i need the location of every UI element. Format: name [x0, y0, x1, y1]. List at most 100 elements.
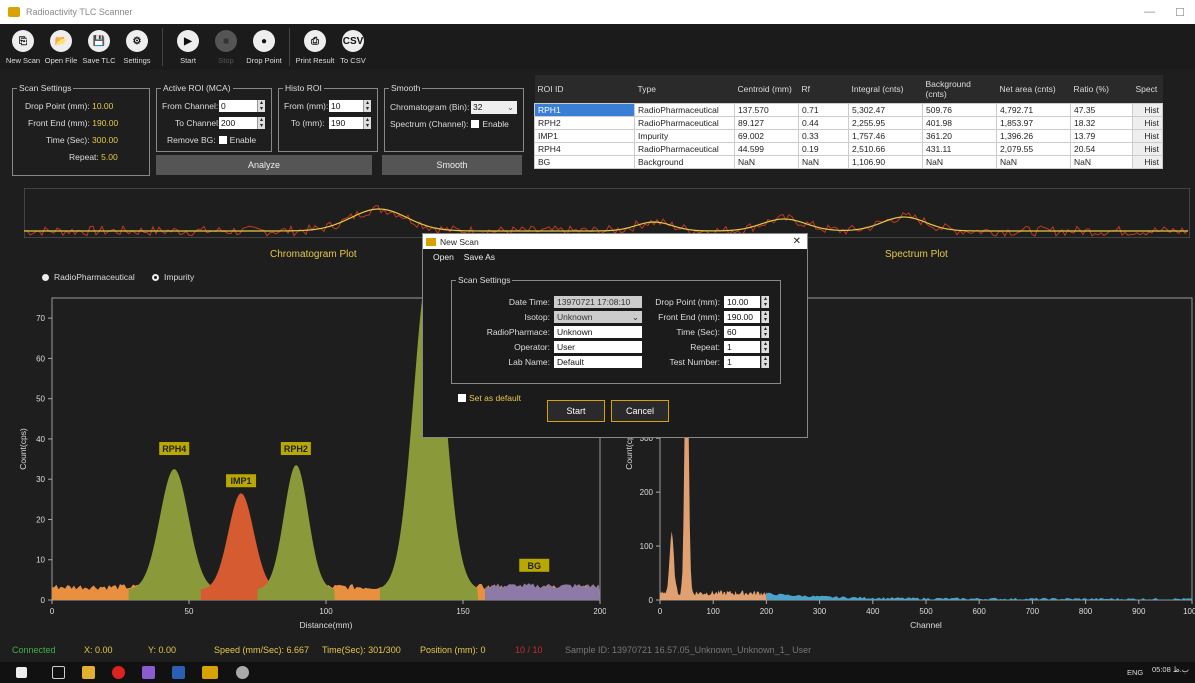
y-tick-label: 40	[36, 435, 45, 444]
clock[interactable]: 05:08 ب.ظ	[1152, 665, 1189, 674]
set-default-row[interactable]: Set as default	[455, 393, 521, 403]
open-file-icon: 📂	[50, 30, 72, 52]
visual-studio-icon[interactable]	[142, 666, 155, 679]
hist-button[interactable]: Hist	[1132, 129, 1163, 143]
windows-start-icon[interactable]	[16, 667, 27, 678]
operator-input[interactable]: User	[554, 341, 642, 353]
dialog-drop-input[interactable]: 10.00	[724, 296, 760, 308]
column-header[interactable]: Rf	[798, 75, 849, 104]
chromatogram-bin-label: Chromatogram (Bin):	[390, 102, 470, 112]
table-cell: 1,396.26	[996, 129, 1071, 143]
dialog-repeat-spinner[interactable]: ▴ ▾	[761, 341, 769, 353]
dialog-drop-spinner[interactable]: ▴ ▾	[761, 296, 769, 308]
from-channel-spinner[interactable]: ▴ ▾	[257, 100, 265, 112]
from-channel-input[interactable]: 0	[219, 100, 257, 112]
table-row[interactable]: RPH1 RadioPharmaceutical 137.570 0.71 5,302.…	[534, 103, 1163, 117]
column-header[interactable]: ROI ID	[534, 75, 635, 104]
settings-task-icon[interactable]	[236, 666, 249, 679]
dialog-menu: Open Save As	[423, 249, 807, 264]
hist-button[interactable]: Hist	[1132, 155, 1163, 169]
column-header[interactable]: Net area (cnts)	[996, 75, 1071, 104]
dialog-front-input[interactable]: 190.00	[724, 311, 760, 323]
drop-point-button[interactable]: ● Drop Point	[245, 24, 283, 65]
to-channel-input[interactable]: 200	[219, 117, 257, 129]
app-window: Radioactivity TLC Scanner — ☐ ⎘ New Scan 📂…	[0, 0, 1195, 683]
y-tick-label: 10	[36, 556, 45, 565]
histo-from-input[interactable]: 10	[329, 100, 363, 112]
dialog-time-input[interactable]: 60	[724, 326, 760, 338]
lab-name-input[interactable]: Default	[554, 356, 642, 368]
to-channel-spinner[interactable]: ▴ ▾	[257, 117, 265, 129]
dialog-cancel-button[interactable]: Cancel	[611, 400, 669, 422]
column-header[interactable]: Type	[634, 75, 735, 104]
task-view-icon[interactable]	[52, 666, 65, 679]
minimize-button[interactable]: —	[1144, 6, 1155, 19]
table-cell: 44.599	[734, 142, 799, 156]
spectrum-enable-checkbox[interactable]	[471, 120, 480, 128]
overview-strip[interactable]	[24, 188, 1190, 238]
new-scan-button[interactable]: ⎘ New Scan	[4, 24, 42, 65]
language-indicator[interactable]: ENG	[1127, 668, 1143, 677]
print-result-button[interactable]: ⎙ Print Result	[296, 24, 334, 65]
dialog-start-button[interactable]: Start	[547, 400, 605, 422]
histo-from-spinner[interactable]: ▴ ▾	[363, 100, 371, 112]
maximize-button[interactable]: ☐	[1175, 6, 1185, 19]
radio-selected-icon	[42, 274, 49, 281]
column-header[interactable]: Spect	[1132, 75, 1163, 104]
save-tlc-button[interactable]: 💾 Save TLC	[80, 24, 118, 65]
open-file-button[interactable]: 📂 Open File	[42, 24, 80, 65]
status-time: Time(Sec): 301/300	[322, 645, 401, 655]
histo-to-spinner[interactable]: ▴ ▾	[363, 117, 371, 129]
hist-button[interactable]: Hist	[1132, 103, 1163, 117]
file-explorer-icon[interactable]	[82, 666, 95, 679]
menu-save-as[interactable]: Save As	[464, 252, 495, 262]
opera-icon[interactable]	[112, 666, 125, 679]
table-cell: RPH2	[534, 116, 635, 130]
isotop-select[interactable]: Unknown ⌄	[554, 311, 642, 323]
word-icon[interactable]	[172, 666, 185, 679]
dialog-repeat-input[interactable]: 1	[724, 341, 760, 353]
status-sample-id: Sample ID: 13970721 16.57.05_Unknown_Unk…	[565, 645, 812, 655]
smooth-button[interactable]: Smooth	[382, 155, 522, 175]
save-tlc-label: Save TLC	[82, 56, 116, 65]
chevron-down-icon: ⌄	[631, 312, 639, 322]
radio-impurity[interactable]: Impurity	[152, 272, 194, 282]
tlc-scanner-task-icon[interactable]	[202, 666, 218, 679]
connection-status: Connected	[12, 645, 56, 655]
settings-button[interactable]: ⚙ Settings	[118, 24, 156, 65]
hist-button[interactable]: Hist	[1132, 116, 1163, 130]
settings-icon: ⚙	[126, 30, 148, 52]
table-cell: 1,106.90	[848, 155, 923, 169]
drop-point-label: Drop Point	[246, 56, 282, 65]
table-cell: 2,255.95	[848, 116, 923, 130]
dialog-time-spinner[interactable]: ▴ ▾	[761, 326, 769, 338]
chromatogram-bin-select[interactable]: 32 ⌄	[471, 101, 517, 114]
column-header[interactable]: Background (cnts)	[922, 75, 997, 104]
column-header[interactable]: Integral (cnts)	[848, 75, 923, 104]
table-cell: 0.33	[798, 129, 849, 143]
analyze-button[interactable]: Analyze	[156, 155, 372, 175]
remove-bg-checkbox[interactable]	[218, 136, 227, 144]
menu-open[interactable]: Open	[433, 252, 454, 262]
hist-button[interactable]: Hist	[1132, 142, 1163, 156]
radio-radiopharmaceutical[interactable]: RadioPharmaceutical	[42, 272, 135, 282]
set-default-checkbox[interactable]	[458, 394, 466, 402]
table-row[interactable]: IMP1 Impurity 69.002 0.33 1,757.46 361.20 1,39…	[534, 129, 1163, 143]
column-header[interactable]: Ratio (%)	[1070, 75, 1133, 104]
start-button[interactable]: ▶ Start	[169, 24, 207, 65]
dialog-front-spinner[interactable]: ▴ ▾	[761, 311, 769, 323]
table-row[interactable]: BG Background NaN NaN 1,106.90 NaN NaN NaN Hist	[534, 155, 1163, 169]
new-scan-icon: ⎘	[12, 30, 34, 52]
active-roi-legend: Active ROI (MCA)	[161, 83, 233, 93]
remove-bg-label: Remove BG:	[167, 135, 216, 145]
column-header[interactable]: Centroid (mm)	[734, 75, 799, 104]
histo-to-input[interactable]: 190	[329, 117, 363, 129]
table-row[interactable]: RPH2 RadioPharmaceutical 89.127 0.44 2,255.9…	[534, 116, 1163, 130]
test-number-input[interactable]: 1	[724, 356, 760, 368]
to-csv-button[interactable]: CSV To CSV	[334, 24, 372, 65]
table-row[interactable]: RPH4 RadioPharmaceutical 44.599 0.19 2,510.6…	[534, 142, 1163, 156]
table-cell: IMP1	[534, 129, 635, 143]
dialog-close-icon[interactable]: ✕	[793, 236, 801, 247]
radiopharmace-input[interactable]: Unknown	[554, 326, 642, 338]
test-number-spinner[interactable]: ▴ ▾	[761, 356, 769, 368]
